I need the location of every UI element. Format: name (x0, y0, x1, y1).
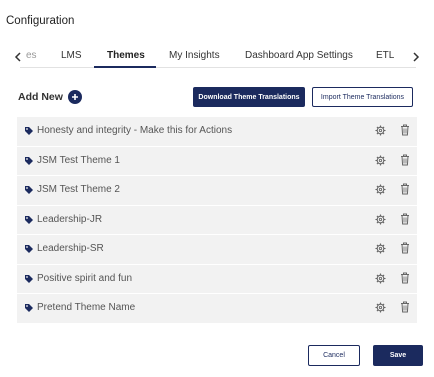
theme-name[interactable]: Pretend Theme Name (37, 302, 135, 313)
theme-name[interactable]: JSM Test Theme 2 (37, 184, 120, 195)
gear-icon[interactable] (375, 213, 386, 225)
list-item: JSM Test Theme 2 (17, 175, 417, 205)
trash-icon[interactable] (400, 213, 410, 225)
tag-icon (25, 215, 33, 224)
gear-icon[interactable] (375, 154, 386, 166)
theme-name[interactable]: Leadership-SR (37, 243, 104, 254)
themes-list: Honesty and integrity - Make this for Ac… (17, 116, 417, 323)
add-new-button[interactable]: Add New (18, 90, 82, 104)
page-title: Configuration (6, 15, 75, 27)
chevron-right-icon[interactable] (410, 50, 422, 64)
plus-circle-icon[interactable] (67, 90, 82, 104)
tag-icon (25, 186, 33, 194)
tab-lms[interactable]: LMS (61, 50, 82, 61)
tab-dashboard-app-settings[interactable]: Dashboard App Settings (245, 50, 353, 61)
import-theme-translations-button[interactable]: Import Theme Translations (312, 87, 413, 107)
tabs-divider (20, 67, 416, 68)
trash-icon[interactable] (400, 272, 410, 284)
tab-themes[interactable]: Themes (107, 50, 145, 61)
save-button[interactable]: Save (373, 345, 423, 366)
add-new-label: Add New (18, 91, 63, 103)
trash-icon[interactable] (400, 154, 410, 166)
theme-name[interactable]: JSM Test Theme 1 (37, 155, 120, 166)
list-item: Pretend Theme Name (17, 293, 417, 323)
trash-icon[interactable] (400, 183, 410, 195)
gear-icon[interactable] (375, 184, 386, 195)
chevron-left-icon[interactable] (12, 50, 24, 64)
tab-bar: es LMS Themes My Insights Dashboard App … (0, 46, 434, 70)
tab-previous-truncated[interactable]: es (26, 50, 37, 61)
tag-icon (25, 304, 33, 312)
theme-name[interactable]: Honesty and integrity - Make this for Ac… (37, 125, 232, 136)
gear-icon[interactable] (375, 302, 386, 313)
tab-etl[interactable]: ETL (376, 50, 394, 61)
theme-name[interactable]: Leadership-JR (37, 214, 102, 225)
gear-icon[interactable] (375, 243, 386, 254)
trash-icon[interactable] (400, 124, 410, 136)
cancel-button[interactable]: Cancel (308, 345, 360, 366)
tag-icon (25, 156, 33, 165)
tag-icon (25, 274, 33, 283)
trash-icon[interactable] (400, 301, 410, 313)
list-item: Positive spirit and fun (17, 263, 417, 293)
active-tab-indicator (94, 66, 156, 68)
download-theme-translations-button[interactable]: Download Theme Translations (193, 87, 305, 107)
list-item: JSM Test Theme 1 (17, 145, 417, 175)
gear-icon[interactable] (375, 125, 386, 136)
list-item: Leadership-SR (17, 234, 417, 264)
tab-my-insights[interactable]: My Insights (169, 50, 220, 61)
gear-icon[interactable] (375, 272, 386, 284)
theme-name[interactable]: Positive spirit and fun (37, 273, 132, 284)
list-item: Leadership-JR (17, 204, 417, 234)
tag-icon (25, 245, 33, 253)
tag-icon (25, 127, 33, 135)
trash-icon[interactable] (400, 242, 410, 254)
list-item: Honesty and integrity - Make this for Ac… (17, 116, 417, 146)
